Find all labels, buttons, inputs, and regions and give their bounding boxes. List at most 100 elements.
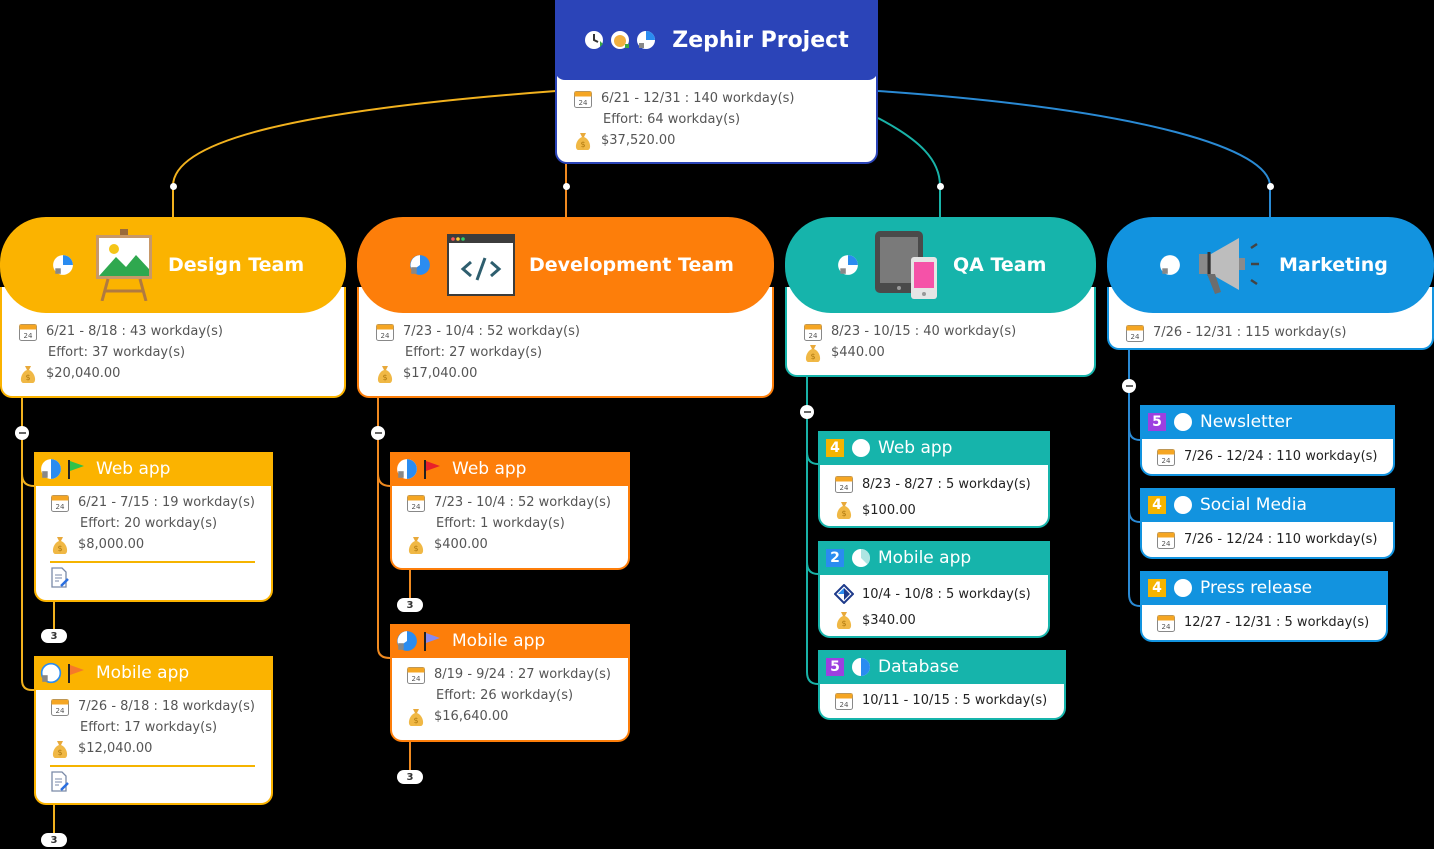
date-range: 8/23 - 8/27 : 5 workday(s) [862,476,1031,492]
effort-text: Effort: 64 workday(s) [603,112,741,127]
money-bag-icon [611,31,630,49]
task-header: 4 Press release [1140,571,1388,605]
date-range: 10/11 - 10/15 : 5 workday(s) [862,693,1048,708]
svg-text:24: 24 [840,484,849,492]
progress-pie-icon [397,459,417,479]
link-qa-webapp [806,451,819,465]
link-root-design [172,90,557,218]
date-range: 6/21 - 12/31 : 140 workday(s) [601,91,795,106]
priority-badge: 5 [1148,413,1166,431]
progress-pie-icon [41,459,61,479]
note-icon[interactable] [50,771,70,793]
team-node-development[interactable]: Development Team 24 7/23 - 10/4 : 52 wor… [357,217,774,398]
progress-empty-icon [1174,579,1192,597]
cost-value: $37,520.00 [601,133,676,148]
date-row: 24 10/11 - 10/15 : 5 workday(s) [834,690,1064,711]
progress-pie-icon [1160,255,1180,275]
date-range: 8/23 - 10/15 : 40 workday(s) [831,324,1017,339]
svg-text:24: 24 [1162,623,1171,631]
svg-text:$: $ [57,544,62,553]
root-node[interactable]: Zephir Project 24 6/21 - 12/31 : 140 wor… [555,0,878,164]
cost-value: $340.00 [862,612,916,628]
date-range: 12/27 - 12/31 : 5 workday(s) [1184,615,1370,630]
link-design-webapp [21,473,35,487]
money-bag-icon: $ [408,708,424,726]
clock-icon [585,31,604,49]
date-row: 24 7/23 - 10/4 : 52 workday(s) [375,321,772,342]
task-node-dev-webapp[interactable]: Web app 24 7/23 - 10/4 : 52 workday(s) E… [390,452,630,570]
progress-pie-icon [852,549,870,567]
task-node-mkt-social[interactable]: 4 Social Media 24 7/26 - 12/24 : 110 wor… [1140,488,1395,559]
divider [50,561,255,563]
priority-badge: 5 [826,658,844,676]
link-qa-spine [806,377,819,685]
team-title: Development Team [529,254,734,276]
cost-value: $12,040.00 [78,741,153,756]
task-node-dev-mobile[interactable]: Mobile app 24 8/19 - 9/24 : 27 workday(s… [390,624,630,742]
children-count-badge[interactable]: 3 [397,770,423,784]
task-node-mkt-newsletter[interactable]: 5 Newsletter 24 7/26 - 12/24 : 110 workd… [1140,405,1395,476]
date-range: 6/21 - 8/18 : 43 workday(s) [46,324,223,339]
link-root-qa [877,117,941,218]
cost-value: $16,640.00 [434,709,509,724]
date-range: 7/26 - 12/24 : 110 workday(s) [1184,532,1378,547]
link-mkt-newsletter [1128,427,1141,441]
calendar-icon: 24 [574,90,592,108]
calendar-icon: 24 [1157,448,1175,466]
team-node-marketing[interactable]: Marketing 24 7/26 - 12/31 : 115 workday(… [1107,217,1434,350]
team-node-design[interactable]: Design Team 24 6/21 - 8/18 : 43 workday(… [0,217,346,398]
progress-pie-icon [838,255,858,275]
collapse-toggle[interactable] [15,426,29,440]
svg-text:24: 24 [1162,457,1171,465]
team-header: Marketing [1107,217,1434,313]
progress-empty-icon [1174,496,1192,514]
note-icon[interactable] [50,567,70,589]
calendar-icon: 24 [407,666,425,684]
task-details: 24 7/26 - 12/24 : 110 workday(s) [1140,522,1395,559]
progress-empty-icon [852,439,870,457]
effort-row: Effort: 64 workday(s) [573,109,876,130]
team-header: Design Team [0,217,346,313]
date-range: 7/26 - 8/18 : 18 workday(s) [78,699,255,714]
link-qa-mobile [806,561,819,575]
effort-row: Effort: 1 workday(s) [406,513,628,534]
date-row: 24 6/21 - 12/31 : 140 workday(s) [573,88,876,109]
task-node-qa-database[interactable]: 5 Database 24 10/11 - 10/15 : 5 workday(… [818,650,1066,720]
task-title: Newsletter [1200,412,1292,432]
team-header: QA Team [785,217,1096,313]
collapse-toggle[interactable] [371,426,385,440]
cost-row: $ $340.00 [834,607,1048,633]
task-node-qa-mobile[interactable]: 2 Mobile app 10/4 - 10/8 : 5 workday(s) … [818,541,1050,638]
money-bag-icon: $ [836,502,852,519]
cost-value: $20,040.00 [46,366,121,381]
calendar-icon: 24 [835,692,853,710]
team-node-qa[interactable]: QA Team 24 8/23 - 10/15 : 40 workday(s) … [785,217,1096,377]
date-range: 10/4 - 10/8 : 5 workday(s) [862,586,1031,602]
date-range: 7/23 - 10/4 : 52 workday(s) [434,495,611,510]
svg-text:$: $ [382,373,387,382]
task-title: Social Media [1200,495,1307,515]
progress-pie-icon [637,31,656,49]
task-details: 24 8/19 - 9/24 : 27 workday(s) Effort: 2… [390,658,630,742]
task-node-qa-webapp[interactable]: 4 Web app 24 8/23 - 8/27 : 5 workday(s) … [818,431,1050,528]
collapse-toggle[interactable] [1122,379,1136,393]
children-count-badge[interactable]: 3 [41,629,67,643]
effort-text: Effort: 17 workday(s) [80,720,218,735]
task-details: 24 10/11 - 10/15 : 5 workday(s) [818,684,1066,720]
task-node-mkt-press[interactable]: 4 Press release 24 12/27 - 12/31 : 5 wor… [1140,571,1388,642]
task-title: Web app [452,459,527,479]
children-count-badge[interactable]: 3 [41,833,67,847]
task-node-design-webapp[interactable]: Web app 24 6/21 - 7/15 : 19 workday(s) E… [34,452,273,602]
effort-text: Effort: 1 workday(s) [436,516,565,531]
task-details: 24 6/21 - 7/15 : 19 workday(s) Effort: 2… [34,486,273,602]
connector-dot [937,183,944,190]
task-title: Mobile app [878,548,972,568]
effort-text: Effort: 26 workday(s) [436,688,574,703]
connector-dot [1267,183,1274,190]
task-title: Mobile app [96,663,190,683]
svg-text:$: $ [413,716,418,725]
money-bag-icon: $ [377,365,393,383]
children-count-badge[interactable]: 3 [397,598,423,612]
collapse-toggle[interactable] [800,405,814,419]
task-node-design-mobile[interactable]: Mobile app 24 7/26 - 8/18 : 18 workday(s… [34,656,273,805]
